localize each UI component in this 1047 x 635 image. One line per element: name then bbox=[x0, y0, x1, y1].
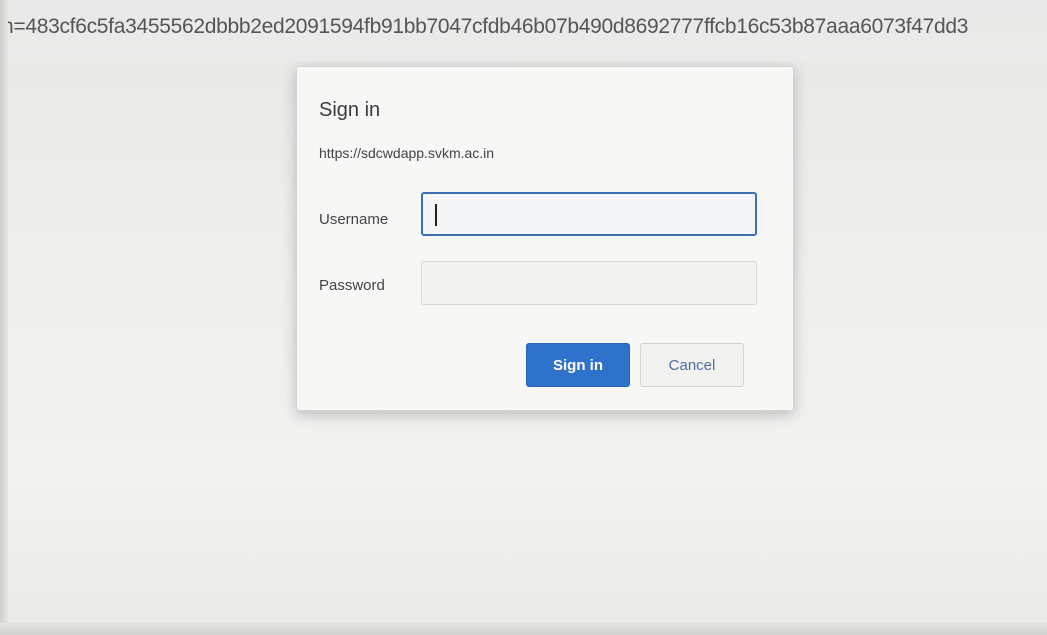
sign-in-button[interactable]: Sign in bbox=[526, 343, 630, 387]
dialog-origin-url: https://sdcwdapp.svkm.ac.in bbox=[319, 145, 495, 161]
sign-in-dialog: Sign in https://sdcwdapp.svkm.ac.in User… bbox=[296, 66, 794, 411]
dialog-title: Sign in bbox=[319, 99, 381, 121]
username-input[interactable] bbox=[421, 192, 757, 236]
cancel-button[interactable]: Cancel bbox=[640, 343, 744, 387]
password-input[interactable] bbox=[421, 261, 757, 305]
screen-bezel-left bbox=[0, 0, 8, 635]
username-label: Username bbox=[319, 211, 389, 228]
screen-bezel-bottom bbox=[0, 623, 1047, 635]
text-caret bbox=[435, 204, 437, 226]
url-text: h=483cf6c5fa3455562dbbb2ed2091594fb91bb7… bbox=[2, 15, 969, 38]
password-label: Password bbox=[319, 277, 385, 294]
address-bar[interactable]: h=483cf6c5fa3455562dbbb2ed2091594fb91bb7… bbox=[0, 0, 1047, 62]
